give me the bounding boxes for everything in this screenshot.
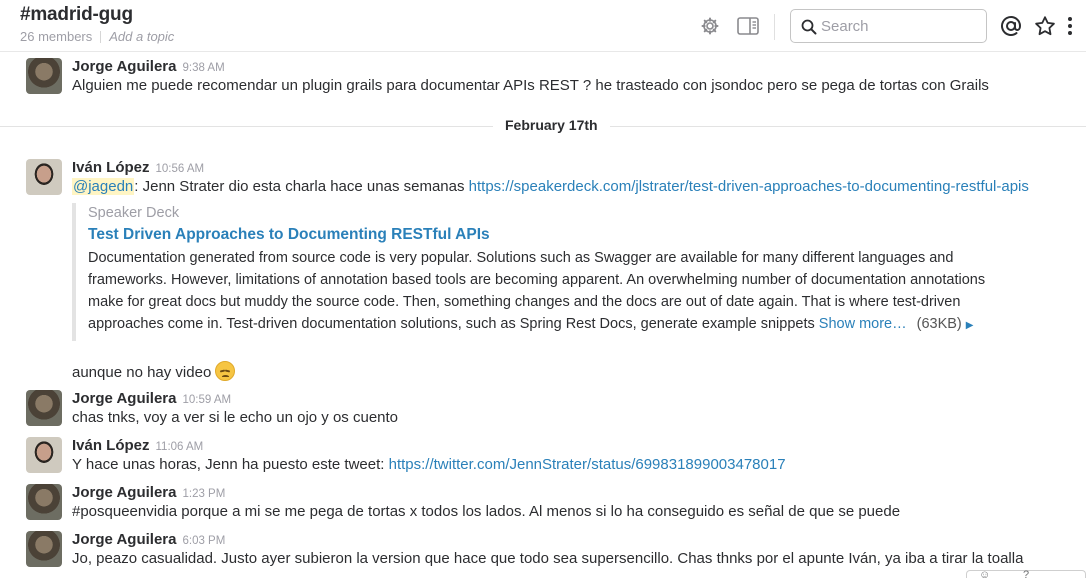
message-author[interactable]: Iván López 11:06 AM (72, 437, 203, 454)
attachment-size: (63KB) (916, 316, 962, 332)
attachment-title[interactable]: Test Driven Approaches to Documenting RE… (88, 223, 1012, 247)
message: aunque no hay video (0, 361, 1086, 385)
message-author[interactable]: Jorge Aguilera 10:59 AM (72, 390, 231, 407)
message-link[interactable]: https://speakerdeck.com/jlstrater/test-d… (469, 178, 1029, 195)
message-author[interactable]: Jorge Aguilera 9:38 AM (72, 58, 225, 75)
avatar[interactable] (26, 531, 62, 567)
message-timestamp[interactable]: 9:38 AM (182, 62, 224, 74)
message-timestamp[interactable]: 1:23 PM (182, 488, 225, 500)
message: Jorge Aguilera 6:03 PM Jo, peazo casualid… (0, 531, 1086, 571)
message-timestamp[interactable]: 11:06 AM (156, 441, 204, 453)
meta-divider (100, 30, 102, 43)
header-divider (774, 14, 775, 40)
message: Jorge Aguilera 1:23 PM #posqueenvidia por… (0, 484, 1086, 524)
avatar[interactable] (26, 58, 62, 94)
channel-header: #madrid-gug 26 members Add a topic (0, 0, 1086, 52)
message-actions-bar[interactable]: ☺ ? (966, 569, 1086, 578)
sad-emoji-icon[interactable] (215, 361, 236, 381)
user-mention[interactable]: @jagedn (72, 178, 135, 195)
message-text: aunque no hay video (72, 361, 236, 381)
message-author[interactable]: Jorge Aguilera 6:03 PM (72, 531, 225, 548)
member-count[interactable]: 26 members (20, 29, 92, 44)
message-timestamp[interactable]: 6:03 PM (182, 535, 225, 547)
star-icon[interactable] (1033, 14, 1057, 38)
avatar[interactable] (26, 159, 62, 195)
search-box[interactable] (790, 9, 987, 43)
date-divider-label[interactable]: February 17th (493, 117, 610, 133)
search-input[interactable] (821, 15, 981, 37)
link-unfurl-attachment: Speaker Deck Test Driven Approaches to D… (72, 203, 1012, 341)
message-text: chas tnks, voy a ver si le echo un ojo y… (72, 409, 399, 426)
help-icon[interactable]: ? (1023, 569, 1029, 578)
avatar[interactable] (26, 437, 62, 473)
message-timestamp[interactable]: 10:59 AM (182, 394, 231, 406)
message-text: Jo, peazo casualidad. Justo ayer subiero… (72, 550, 1024, 567)
channel-meta: 26 members Add a topic (20, 29, 174, 44)
kebab-menu-icon[interactable] (1063, 14, 1077, 38)
attachment-service: Speaker Deck (88, 205, 180, 221)
message-text: @jagedn: Jenn Strater dio esta charla ha… (72, 178, 1029, 195)
message-text: #posqueenvidia porque a mi se me pega de… (72, 503, 901, 520)
search-icon (801, 19, 817, 35)
message-text: Alguien me puede recomendar un plugin gr… (72, 77, 989, 94)
message-author[interactable]: Iván López 10:56 AM (72, 159, 204, 176)
message: Iván López 11:06 AM Y hace unas horas, Je… (0, 437, 1086, 477)
reaction-icon[interactable]: ☺ (979, 569, 990, 578)
message-text: Y hace unas horas, Jenn ha puesto este t… (72, 456, 786, 473)
at-mention-icon[interactable] (999, 14, 1023, 38)
sidebar-toggle-icon[interactable] (736, 14, 760, 38)
message-author[interactable]: Jorge Aguilera 1:23 PM (72, 484, 225, 501)
attachment-body: Documentation generated from source code… (88, 250, 986, 332)
message-link[interactable]: https://twitter.com/JennStrater/status/6… (389, 456, 786, 473)
message: Iván López 10:56 AM @jagedn: Jenn Strater… (0, 159, 1086, 199)
gear-icon[interactable] (698, 14, 722, 38)
avatar[interactable] (26, 390, 62, 426)
show-more-link[interactable]: Show more… (819, 316, 907, 332)
avatar[interactable] (26, 484, 62, 520)
channel-name[interactable]: #madrid-gug (20, 4, 133, 26)
message: Jorge Aguilera 10:59 AM chas tnks, voy a … (0, 390, 1086, 430)
message-timestamp[interactable]: 10:56 AM (156, 163, 205, 175)
expand-arrow-icon[interactable]: ▶ (966, 320, 974, 331)
add-topic-link[interactable]: Add a topic (109, 29, 174, 44)
message: Jorge Aguilera 9:38 AM Alguien me puede r… (0, 58, 1086, 98)
